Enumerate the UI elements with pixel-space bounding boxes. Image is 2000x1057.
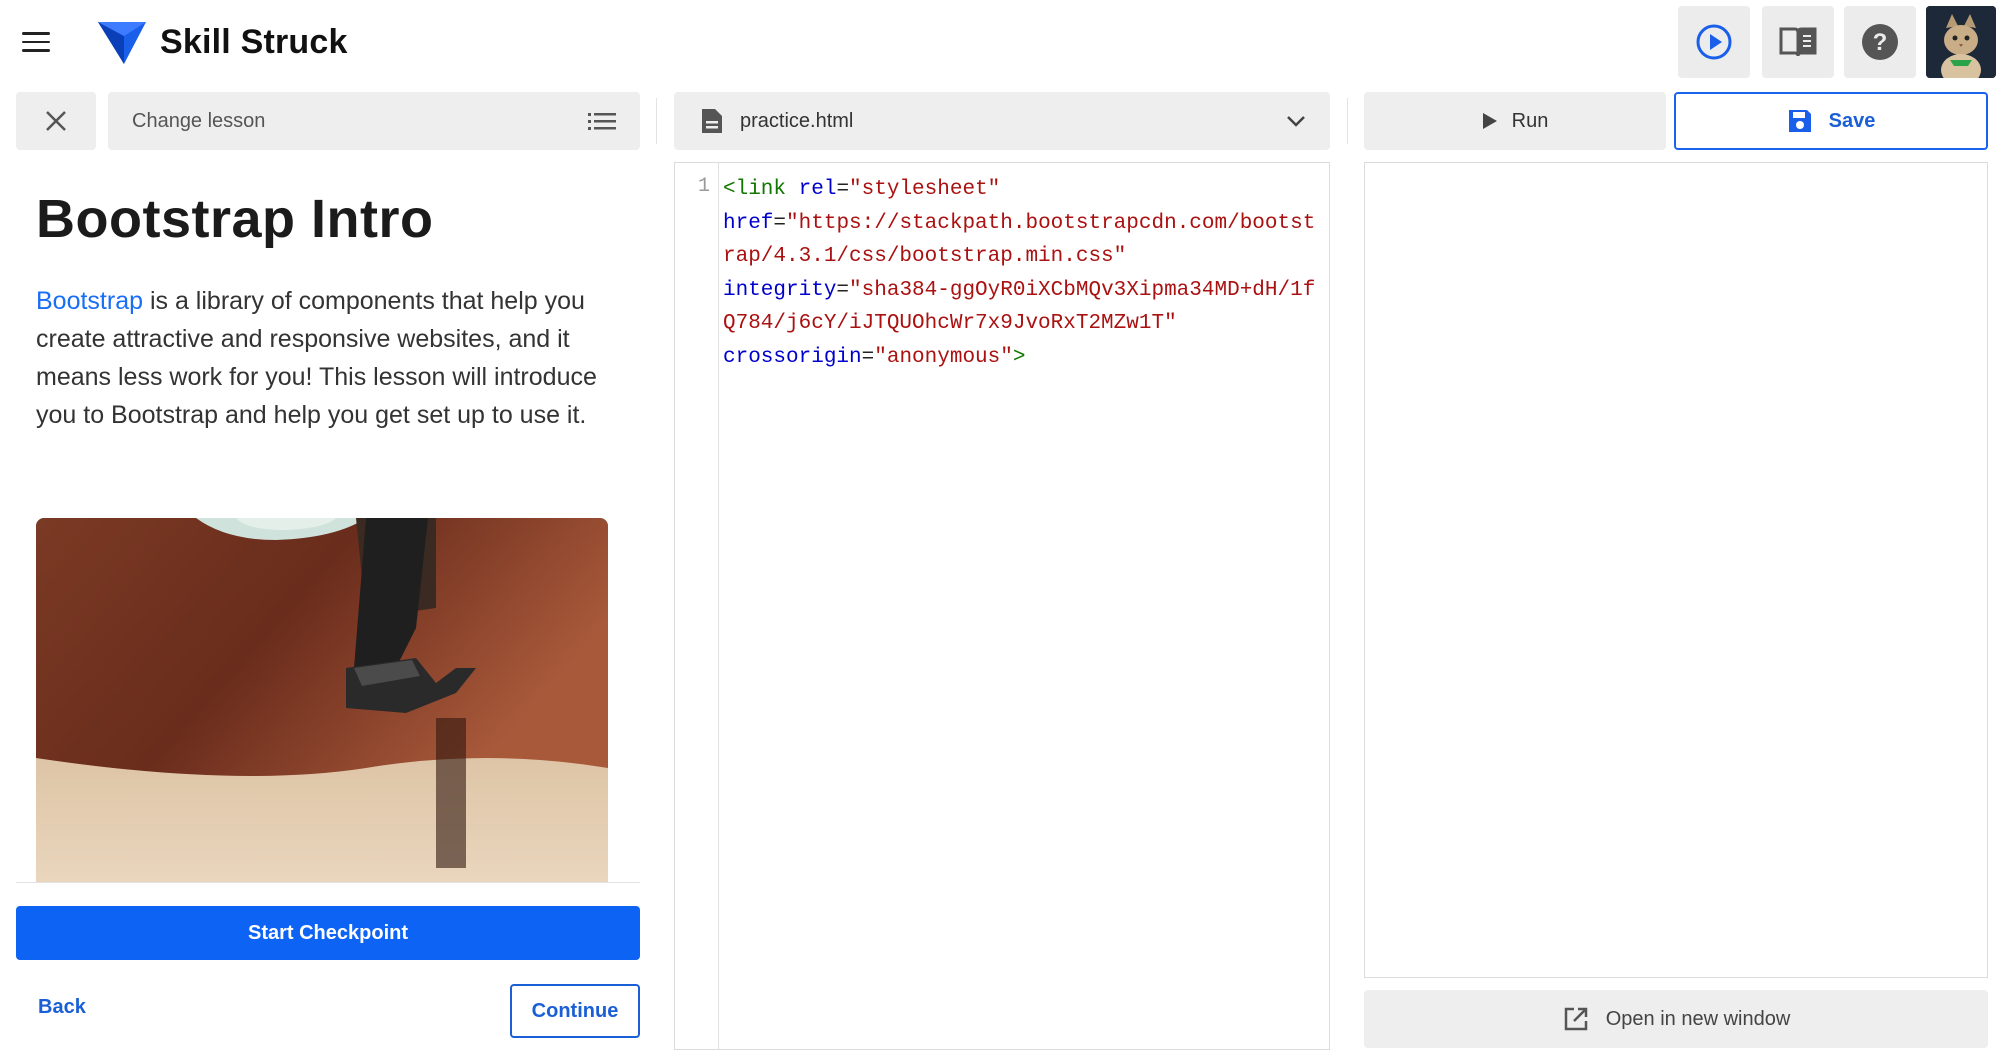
separator <box>1347 98 1348 144</box>
file-name: practice.html <box>740 109 854 132</box>
change-lesson-button[interactable]: Change lesson <box>108 92 640 150</box>
code-editor[interactable]: 1 <link rel="stylesheet" href="https://s… <box>674 162 1330 1050</box>
run-label: Run <box>1511 109 1549 132</box>
save-button[interactable]: Save <box>1674 92 1988 150</box>
separator <box>656 98 657 144</box>
list-icon <box>588 113 616 130</box>
book-icon[interactable] <box>1762 6 1834 78</box>
lesson-title: Bootstrap Intro <box>36 189 434 249</box>
brand-name: Skill Struck <box>160 23 348 61</box>
line-number: 1 <box>697 175 710 198</box>
save-label: Save <box>1828 109 1876 132</box>
lesson-image <box>36 518 608 882</box>
menu-icon[interactable] <box>14 24 58 60</box>
file-icon <box>702 109 722 133</box>
change-lesson-label: Change lesson <box>132 109 266 132</box>
line-gutter: 1 <box>675 163 719 1049</box>
avatar[interactable] <box>1926 6 1996 78</box>
close-icon <box>46 111 66 131</box>
chevron-down-icon <box>1287 116 1305 127</box>
help-icon[interactable]: ? <box>1844 6 1916 78</box>
run-button[interactable]: Run <box>1364 92 1666 150</box>
preview-pane[interactable] <box>1364 162 1988 978</box>
close-button[interactable] <box>16 92 96 150</box>
start-checkpoint-button[interactable]: Start Checkpoint <box>16 906 640 960</box>
divider <box>16 882 640 883</box>
play-icon <box>1482 113 1497 129</box>
lesson-paragraph: Bootstrap is a library of components tha… <box>36 282 616 434</box>
open-in-new-window-label: Open in new window <box>1605 1007 1791 1030</box>
code-content[interactable]: <link rel="stylesheet" href="https://sta… <box>723 173 1323 374</box>
skill-struck-logo <box>98 22 146 64</box>
floppy-disk-icon <box>1788 110 1811 132</box>
file-select[interactable]: practice.html <box>674 92 1330 150</box>
open-in-new-window-button[interactable]: Open in new window <box>1364 990 1988 1048</box>
bootstrap-link[interactable]: Bootstrap <box>36 287 143 315</box>
external-link-icon <box>1564 1007 1587 1031</box>
continue-button[interactable]: Continue <box>510 984 640 1038</box>
svg-text:?: ? <box>1873 29 1888 56</box>
play-circle-icon[interactable] <box>1678 6 1750 78</box>
back-link[interactable]: Back <box>38 996 86 1019</box>
